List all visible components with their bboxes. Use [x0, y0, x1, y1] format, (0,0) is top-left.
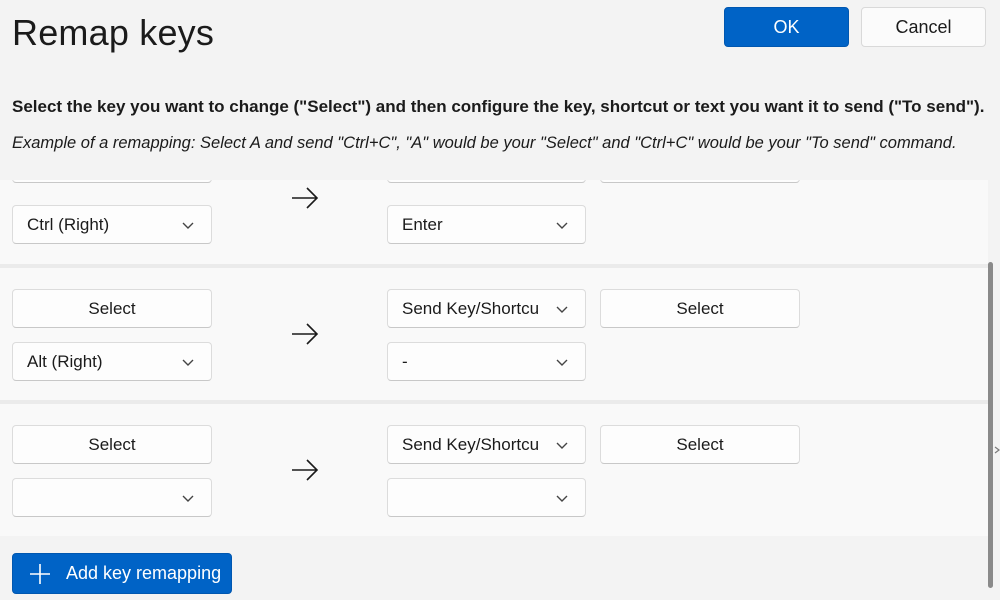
select-send-button[interactable]: Select: [600, 289, 800, 328]
select-key-button-label: Select: [88, 434, 136, 454]
chevron-down-icon: [556, 359, 568, 366]
plus-icon: [30, 563, 50, 584]
select-send-button-label: Select: [676, 298, 724, 318]
original-key-dropdown[interactable]: Ctrl (Right): [12, 205, 212, 244]
add-key-remapping-button[interactable]: Add key remapping: [12, 553, 232, 594]
send-key-dropdown[interactable]: Enter: [387, 205, 586, 244]
send-type-dropdown[interactable]: Send Key/Shortcu: [387, 289, 586, 328]
arrow-right-icon: [292, 459, 319, 481]
original-key-dropdown[interactable]: Alt (Right): [12, 342, 212, 381]
instructions-text: Select the key you want to change ("Sele…: [12, 97, 985, 116]
remapping-row: Select Send Key/Shortcu Select: [0, 404, 988, 536]
select-key-button[interactable]: Select: [12, 289, 212, 328]
chevron-down-icon: [556, 222, 568, 229]
chevron-down-icon: [182, 495, 194, 502]
example-text: Example of a remapping: Select A and sen…: [12, 134, 957, 152]
add-key-remapping-label: Add key remapping: [66, 563, 222, 583]
send-key-value: -: [402, 351, 408, 371]
page-title: Remap keys: [12, 12, 215, 53]
select-send-button-label: Select: [676, 434, 724, 454]
select-key-button[interactable]: Select: [12, 425, 212, 464]
scroll-arrow-icon[interactable]: [994, 440, 1000, 460]
remap-keys-window: Ctrl (Right) Send Key/Shortcu Enter Sele…: [0, 0, 1000, 600]
select-key-button-label: Select: [88, 298, 136, 318]
remapping-row: Select Alt (Right) Send Key/Shortcu - Se…: [0, 268, 988, 400]
send-type-value: Send Key/Shortcu: [402, 298, 540, 318]
send-key-value: Enter: [402, 214, 443, 234]
send-type-dropdown[interactable]: Send Key/Shortcu: [387, 425, 586, 464]
header: Remap keys OK Cancel Select the key you …: [0, 0, 1000, 180]
arrow-right-icon: [292, 187, 319, 209]
select-send-button[interactable]: Select: [600, 425, 800, 464]
arrow-right-icon: [292, 323, 319, 345]
original-key-value: Ctrl (Right): [27, 214, 110, 234]
chevron-down-icon: [182, 359, 194, 366]
ok-button[interactable]: OK: [724, 7, 849, 47]
send-key-dropdown[interactable]: [387, 478, 586, 517]
original-key-dropdown[interactable]: [12, 478, 212, 517]
send-key-dropdown[interactable]: -: [387, 342, 586, 381]
original-key-value: Alt (Right): [27, 351, 103, 371]
scrollbar-thumb[interactable]: [988, 262, 993, 588]
chevron-down-icon: [556, 306, 568, 313]
chevron-down-icon: [556, 442, 568, 449]
chevron-down-icon: [182, 222, 194, 229]
send-type-value: Send Key/Shortcu: [402, 434, 540, 454]
chevron-down-icon: [556, 495, 568, 502]
cancel-button[interactable]: Cancel: [861, 7, 986, 47]
